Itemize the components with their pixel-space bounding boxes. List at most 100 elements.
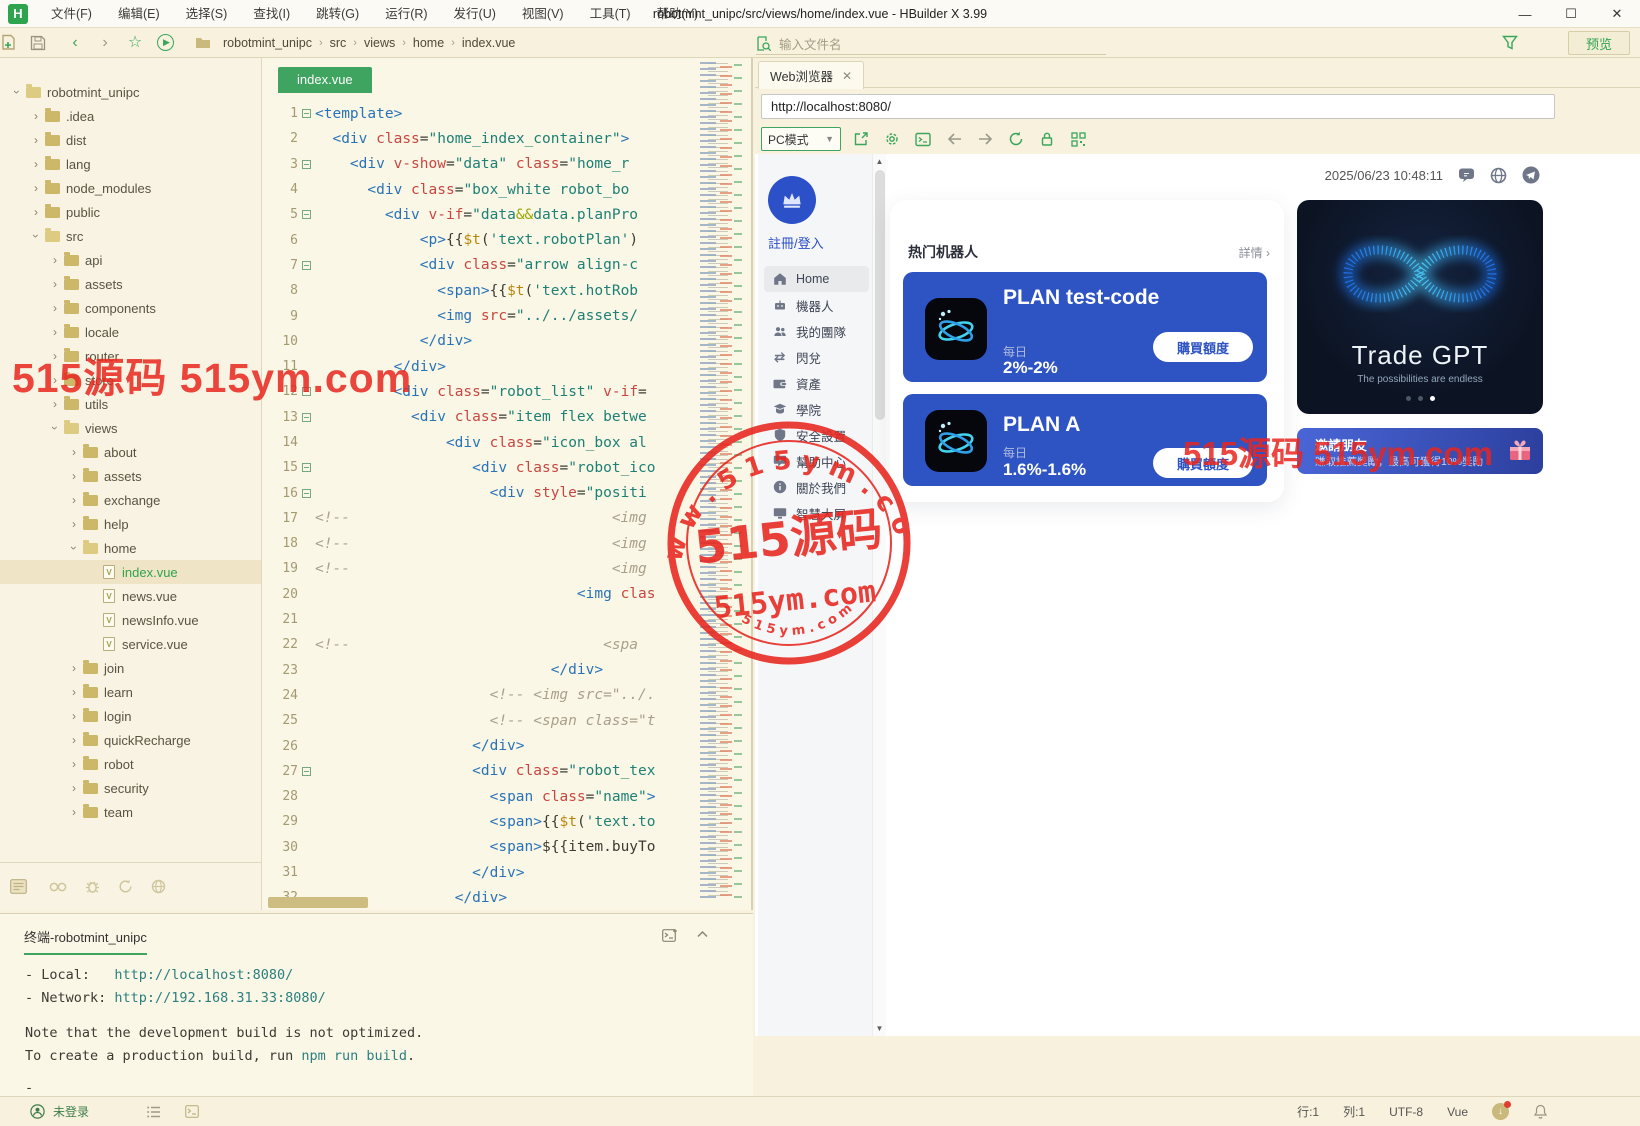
tree-item-.idea[interactable]: ›.idea xyxy=(0,104,261,128)
code-line[interactable]: 22<!-- <spa xyxy=(262,632,698,657)
tree-item-api[interactable]: ›api xyxy=(0,248,261,272)
tree-item-team[interactable]: ›team xyxy=(0,800,261,824)
minimize-button[interactable]: — xyxy=(1502,0,1548,28)
refresh-icon[interactable] xyxy=(118,879,133,894)
fold-icon[interactable] xyxy=(298,489,315,498)
tree-item-node_modules[interactable]: ›node_modules xyxy=(0,176,261,200)
register-login-link[interactable]: 註冊/登入 xyxy=(768,233,824,252)
buy-quota-button[interactable]: 購買額度 xyxy=(1153,332,1253,362)
code-line[interactable]: 14 <div class="icon_box al xyxy=(262,430,698,455)
breadcrumb-item[interactable]: index.vue xyxy=(462,36,516,50)
code-line[interactable]: 15 <div class="robot_ico xyxy=(262,455,698,480)
fold-icon[interactable] xyxy=(298,160,315,169)
lock-icon[interactable] xyxy=(1036,131,1058,147)
tree-item-join[interactable]: ›join xyxy=(0,656,261,680)
code-line[interactable]: 1<template> xyxy=(262,101,698,126)
run-button[interactable]: ▶ xyxy=(157,34,174,51)
scroll-down-icon[interactable]: ▼ xyxy=(873,1024,886,1033)
nav-back-icon[interactable] xyxy=(943,132,965,146)
search-files-icon[interactable] xyxy=(49,880,67,894)
editor-hscrollbar[interactable] xyxy=(268,897,368,908)
browser-tab[interactable]: Web浏览器 ✕ xyxy=(758,61,864,89)
code-line[interactable]: 4 <div class="box_white robot_bo xyxy=(262,177,698,202)
code-line[interactable]: 24 <!-- <img src="../. xyxy=(262,683,698,708)
tree-item-quickRecharge[interactable]: ›quickRecharge xyxy=(0,728,261,752)
code-line[interactable]: 13 <div class="item flex betwe xyxy=(262,405,698,430)
details-link[interactable]: 詳情 › xyxy=(1239,244,1270,261)
editor-tab-indexvue[interactable]: index.vue xyxy=(278,67,372,93)
code-line[interactable]: 2 <div class="home_index_container"> xyxy=(262,126,698,151)
avatar[interactable] xyxy=(768,176,816,224)
terminal-prompt[interactable]: - xyxy=(25,1080,33,1096)
menu-item[interactable]: 文件(F) xyxy=(38,0,105,28)
tree-item-components[interactable]: ›components xyxy=(0,296,261,320)
sidebar-item-exchange[interactable]: 閃兌 xyxy=(764,344,869,370)
code-line[interactable]: 31 </div> xyxy=(262,860,698,885)
menu-item[interactable]: 编辑(E) xyxy=(105,0,173,28)
code-line[interactable]: 18<!-- <img xyxy=(262,531,698,556)
sidebar-item-help[interactable]: 幫助中心 xyxy=(764,448,869,474)
code-line[interactable]: 25 <!-- <span class="t xyxy=(262,708,698,733)
back-button[interactable]: ‹ xyxy=(60,29,90,57)
tree-item-dist[interactable]: ›dist xyxy=(0,128,261,152)
tree-item-store[interactable]: ›store xyxy=(0,368,261,392)
login-status[interactable]: 未登录 xyxy=(53,1103,89,1120)
page-vscrollbar[interactable]: ▲ ▼ xyxy=(872,154,886,1036)
tree-item-newsInfo.vue[interactable]: VnewsInfo.vue xyxy=(0,608,261,632)
plan-card[interactable]: PLAN A 每日 1.6%-1.6% 購買額度 xyxy=(903,394,1267,486)
reload-icon[interactable] xyxy=(1005,131,1027,147)
tree-item-assets[interactable]: ›assets xyxy=(0,464,261,488)
save-button[interactable] xyxy=(30,35,60,51)
fold-icon[interactable] xyxy=(298,210,315,219)
forward-button[interactable]: › xyxy=(90,29,120,57)
terminal-icon[interactable] xyxy=(185,1105,199,1118)
qrcode-icon[interactable] xyxy=(1067,132,1089,147)
new-terminal-icon[interactable] xyxy=(662,928,678,943)
code-line[interactable]: 6 <p>{{$t('text.robotPlan') xyxy=(262,227,698,252)
code-line[interactable]: 11 </div> xyxy=(262,354,698,379)
menu-item[interactable]: 发行(U) xyxy=(441,0,509,28)
tree-item-locale[interactable]: ›locale xyxy=(0,320,261,344)
language-mode[interactable]: Vue xyxy=(1447,1105,1468,1119)
sidebar-item-about[interactable]: 關於我們 xyxy=(764,474,869,500)
cursor-line[interactable]: 行:1 xyxy=(1297,1103,1319,1120)
explorer-tab-icon[interactable] xyxy=(10,879,27,894)
code-line[interactable]: 12 <div class="robot_list" v-if= xyxy=(262,379,698,404)
sidebar-item-assets[interactable]: 資產 xyxy=(764,370,869,396)
nav-forward-icon[interactable] xyxy=(974,132,996,146)
plan-card[interactable]: PLAN test-code 每日 2%-2% 購買額度 xyxy=(903,272,1267,382)
telegram-icon[interactable] xyxy=(1522,166,1540,184)
minimap[interactable] xyxy=(700,62,746,898)
sidebar-item-security[interactable]: 安全設置 xyxy=(764,422,869,448)
debug-icon[interactable] xyxy=(85,879,100,894)
menu-item[interactable]: 运行(R) xyxy=(372,0,440,28)
code-line[interactable]: 26 </div> xyxy=(262,733,698,758)
menu-item[interactable]: 查找(I) xyxy=(240,0,303,28)
breadcrumb-item[interactable]: views xyxy=(364,36,395,50)
close-tab-icon[interactable]: ✕ xyxy=(842,69,852,83)
code-line[interactable]: 23 </div> xyxy=(262,658,698,683)
code-line[interactable]: 21 xyxy=(262,607,698,632)
preview-button[interactable]: 预览 xyxy=(1568,31,1630,55)
cursor-col[interactable]: 列:1 xyxy=(1343,1103,1365,1120)
settings-gear-icon[interactable] xyxy=(881,131,903,147)
code-line[interactable]: 5 <div v-if="data&&data.planPro xyxy=(262,202,698,227)
terminal-tab[interactable]: 终端-robotmint_unipc xyxy=(24,927,147,955)
maximize-button[interactable]: ☐ xyxy=(1548,0,1594,28)
breadcrumb[interactable]: robotmint_unipc›src›views›home›index.vue xyxy=(223,36,515,50)
sidebar-item-home[interactable]: Home xyxy=(764,266,869,292)
code-line[interactable]: 27 <div class="robot_tex xyxy=(262,759,698,784)
language-globe-icon[interactable] xyxy=(1490,167,1507,184)
fold-icon[interactable] xyxy=(298,387,315,396)
device-mode-select[interactable]: PC模式▼ xyxy=(761,127,841,151)
code-line[interactable]: 20 <img clas xyxy=(262,582,698,607)
globe-icon[interactable] xyxy=(151,879,166,894)
scroll-up-icon[interactable]: ▲ xyxy=(873,157,886,166)
code-line[interactable]: 16 <div style="positi xyxy=(262,480,698,505)
tree-item-security[interactable]: ›security xyxy=(0,776,261,800)
chat-icon[interactable] xyxy=(1458,167,1475,183)
fold-icon[interactable] xyxy=(298,261,315,270)
update-icon[interactable]: ↓ xyxy=(1492,1103,1509,1120)
menu-item[interactable]: 选择(S) xyxy=(173,0,241,28)
collapse-panel-icon[interactable] xyxy=(696,928,709,943)
